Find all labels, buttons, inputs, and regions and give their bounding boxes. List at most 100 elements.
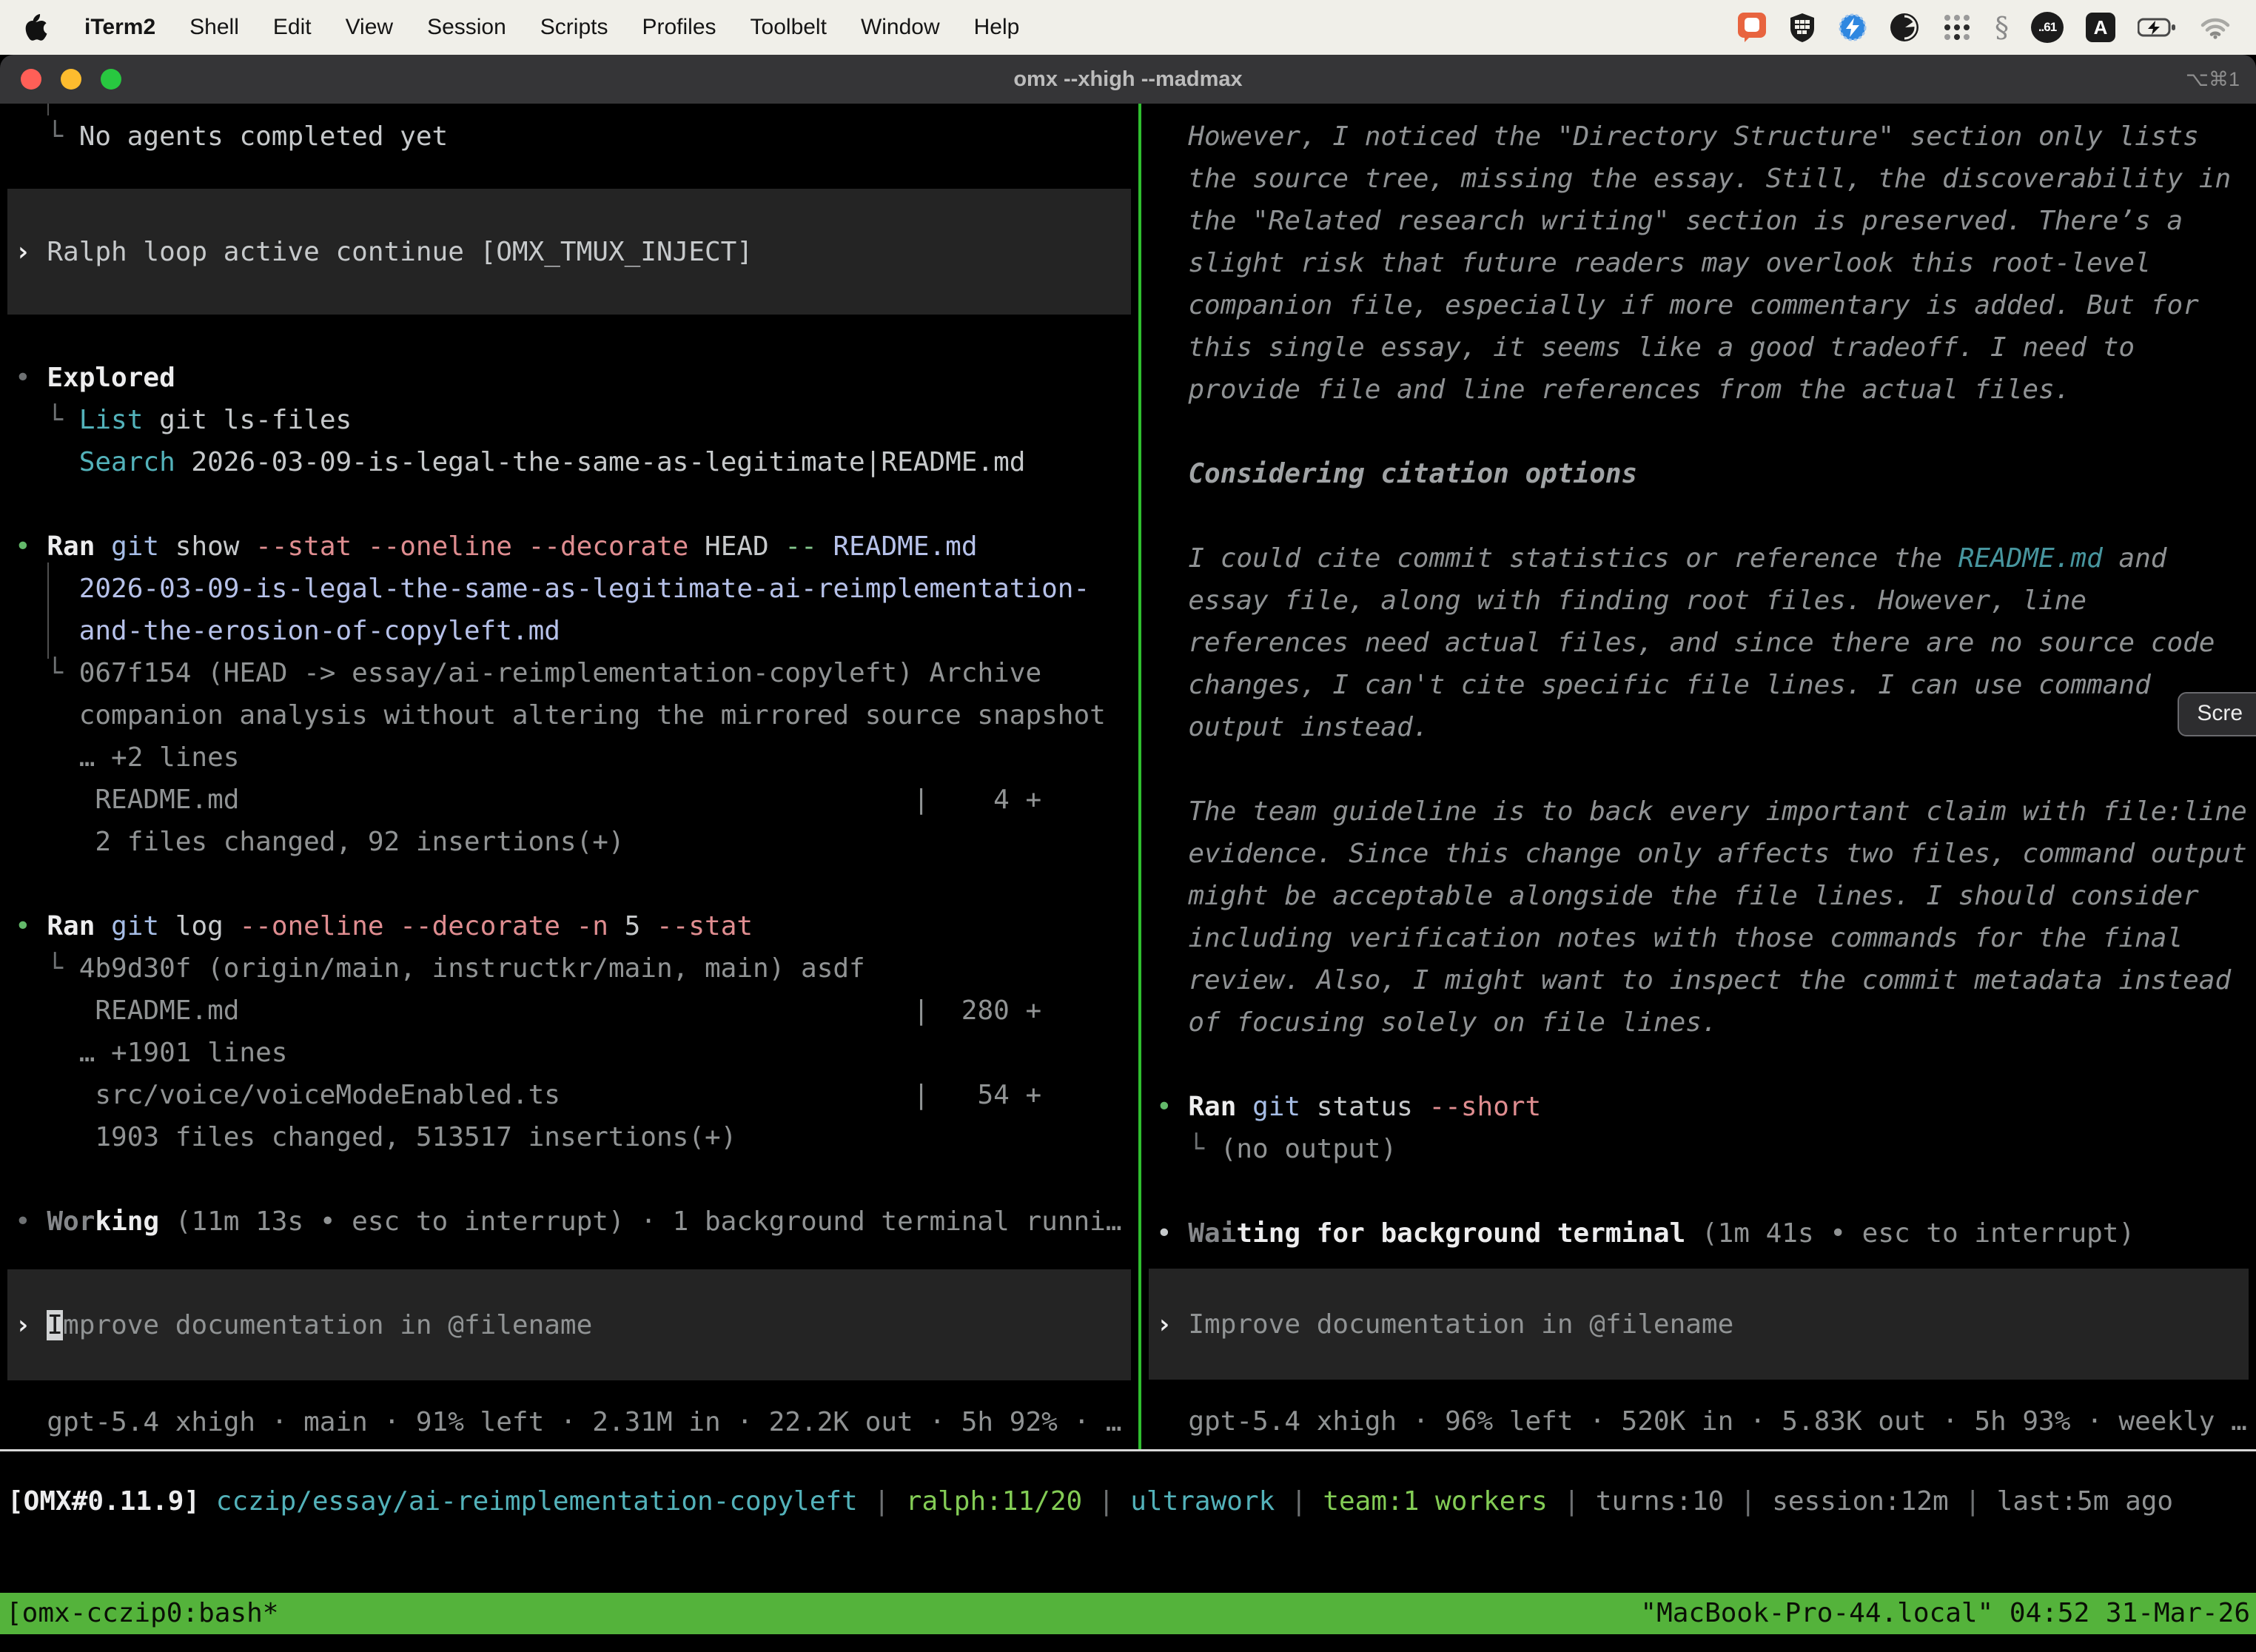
terminal-line: 2 files changed, 92 insertions(+) (15, 821, 1138, 863)
text-segment: last:5m ago (1997, 1486, 2173, 1517)
text-segment: status (1300, 1092, 1429, 1122)
text-segment (200, 1486, 216, 1517)
text-segment: review. Also, I might want to inspect th… (1156, 965, 2231, 995)
terminal-line: The team guideline is to back every impo… (1156, 790, 2256, 833)
terminal-line: references need actual files, and since … (1156, 622, 2256, 664)
thinking-heading: Considering citation options (1156, 453, 2256, 495)
text-segment: … +1901 lines (15, 1038, 287, 1068)
terminal-line: └ (no output) (1156, 1128, 2256, 1170)
text-segment: [OMX#0.11.9] (7, 1486, 200, 1517)
text-segment: … +2 lines (15, 742, 239, 773)
text-segment: Search (79, 447, 175, 477)
text-segment: output instead. (1156, 712, 1429, 742)
text-segment: Wor (47, 1206, 95, 1237)
tmux-session-label: [omx-cczip0:bash* (6, 1593, 278, 1634)
text-segment: the "Related research writing" section i… (1156, 206, 2183, 236)
squiggle-icon[interactable]: § (1995, 13, 2009, 42)
terminal-line: Search 2026-03-09-is-legal-the-same-as-l… (15, 441, 1138, 483)
wifi-icon[interactable] (2200, 16, 2231, 39)
menu-item-session[interactable]: Session (427, 15, 506, 40)
menu-item-scripts[interactable]: Scripts (540, 15, 608, 40)
close-button[interactable] (21, 69, 41, 90)
text-segment: ralph:11/20 (906, 1486, 1082, 1517)
text-segment: turns:10 (1596, 1486, 1724, 1517)
text-segment: Ralph loop active continue [OMX_TMUX_INJ… (47, 237, 753, 267)
text-segment: slight risk that future readers may over… (1156, 248, 2151, 278)
terminal-line: provide file and line references from th… (1156, 369, 2256, 411)
count-badge-icon[interactable]: ..61 (2031, 12, 2064, 43)
text-segment: • (1156, 1092, 1188, 1122)
menu-item-view[interactable]: View (346, 15, 393, 40)
menu-item-shell[interactable]: Shell (189, 15, 239, 40)
menu-item-help[interactable]: Help (974, 15, 1020, 40)
text-segment: -- (785, 531, 816, 562)
grid-shield-icon[interactable] (1789, 12, 1816, 43)
text-segment: README.md (1958, 543, 2103, 574)
title-bar[interactable]: omx --xhigh --madmax ⌥⌘1 (0, 55, 2256, 104)
text-segment: Wai (1188, 1218, 1236, 1249)
text-segment: 2026-03-09-is-legal-the-same-as-legitima… (15, 574, 1090, 604)
terminal-line: I could cite commit statistics or refere… (1156, 537, 2256, 580)
text-segment: Ran (47, 531, 95, 562)
prompt-input[interactable]: › Improve documentation in @filename (1149, 1269, 2249, 1380)
terminal-line: └ 067f154 (HEAD -> essay/ai-reimplementa… (15, 652, 1138, 694)
menu-item-edit[interactable]: Edit (273, 15, 312, 40)
text-segment: • (15, 531, 47, 562)
menu-bar: iTerm2 Shell Edit View Session Scripts Profile… (0, 0, 2256, 55)
input-source-icon[interactable]: A (2086, 13, 2115, 42)
text-segment: of focusing solely on file lines. (1156, 1007, 1718, 1038)
text-segment: session:12m (1772, 1486, 1948, 1517)
menu-item-window[interactable]: Window (861, 15, 940, 40)
text-segment: README.md (817, 531, 978, 562)
right-terminal-pane[interactable]: However, I noticed the "Directory Struct… (1141, 104, 2256, 1449)
text-segment: └ (15, 953, 79, 984)
text-segment: (11m 13s • esc to interrupt) · 1 backgro… (159, 1206, 1121, 1237)
traffic-lights (21, 69, 121, 90)
text-segment: cczip/essay/ai-reimplementation-copyleft (216, 1486, 858, 1517)
text-segment: king (95, 1206, 159, 1237)
text-segment: 067f154 (HEAD -> essay/ai-reimplementati… (79, 658, 1041, 688)
text-segment: • (15, 1206, 47, 1237)
terminal-line: the "Related research writing" section i… (1156, 200, 2256, 242)
text-segment: • (1156, 1218, 1188, 1249)
text-segment (15, 447, 79, 477)
ran-git-status: • Ran git status --short (1156, 1086, 2256, 1128)
bolt-badge-icon[interactable] (1838, 13, 1867, 42)
text-segment: ultrawork (1130, 1486, 1275, 1517)
battery-icon[interactable] (2138, 17, 2178, 38)
chat-app-icon[interactable] (1737, 12, 1767, 43)
text-segment: --stat (657, 911, 753, 941)
text-segment: › (15, 237, 47, 267)
terminal-line: However, I noticed the "Directory Struct… (1156, 115, 2256, 158)
text-segment (95, 531, 111, 562)
text-segment: └ (15, 658, 79, 688)
text-segment: this single essay, it seems like a good … (1156, 332, 2135, 363)
terminal-line: slight risk that future readers may over… (1156, 242, 2256, 284)
prompt-input[interactable]: › Improve documentation in @filename (7, 1269, 1131, 1380)
dots-grid-icon[interactable] (1941, 12, 1973, 43)
tmux-status-bar: [omx-cczip0:bash* "MacBook-Pro-44.local"… (0, 1593, 2256, 1634)
menu-item-iterm2[interactable]: iTerm2 (84, 15, 155, 40)
menu-item-profiles[interactable]: Profiles (642, 15, 716, 40)
ralph-loop-input[interactable]: › Ralph loop active continue [OMX_TMUX_I… (7, 189, 1131, 315)
terminal-line: including verification notes with those … (1156, 917, 2256, 959)
tree-connector-line (47, 563, 49, 659)
zoom-button[interactable] (101, 69, 121, 90)
tree-connector-line (47, 104, 49, 115)
menu-item-toolbelt[interactable]: Toolbelt (751, 15, 827, 40)
text-segment: and-the-erosion-of-copyleft.md (15, 616, 560, 646)
omx-status-line: [OMX#0.11.9] cczip/essay/ai-reimplementa… (0, 1480, 2256, 1522)
prompt-text: › Improve documentation in @filename (1156, 1303, 1733, 1346)
terminal-line: the source tree, missing the essay. Stil… (1156, 158, 2256, 200)
terminal-panes: └ No agents completed yet› Ralph loop ac… (0, 104, 2256, 1449)
terminal-line: of focusing solely on file lines. (1156, 1001, 2256, 1044)
text-segment: mprove documentation in @filename (63, 1310, 592, 1340)
minimize-button[interactable] (61, 69, 81, 90)
screen-overlay-button[interactable]: Scre (2178, 692, 2256, 736)
left-terminal-pane[interactable]: └ No agents completed yet› Ralph loop ac… (0, 104, 1138, 1449)
apple-menu-icon[interactable] (25, 13, 50, 42)
text-segment (239, 995, 913, 1026)
blank-line (1156, 495, 2256, 537)
blank-line (1156, 1044, 2256, 1086)
dark-disc-icon[interactable] (1890, 13, 1919, 42)
